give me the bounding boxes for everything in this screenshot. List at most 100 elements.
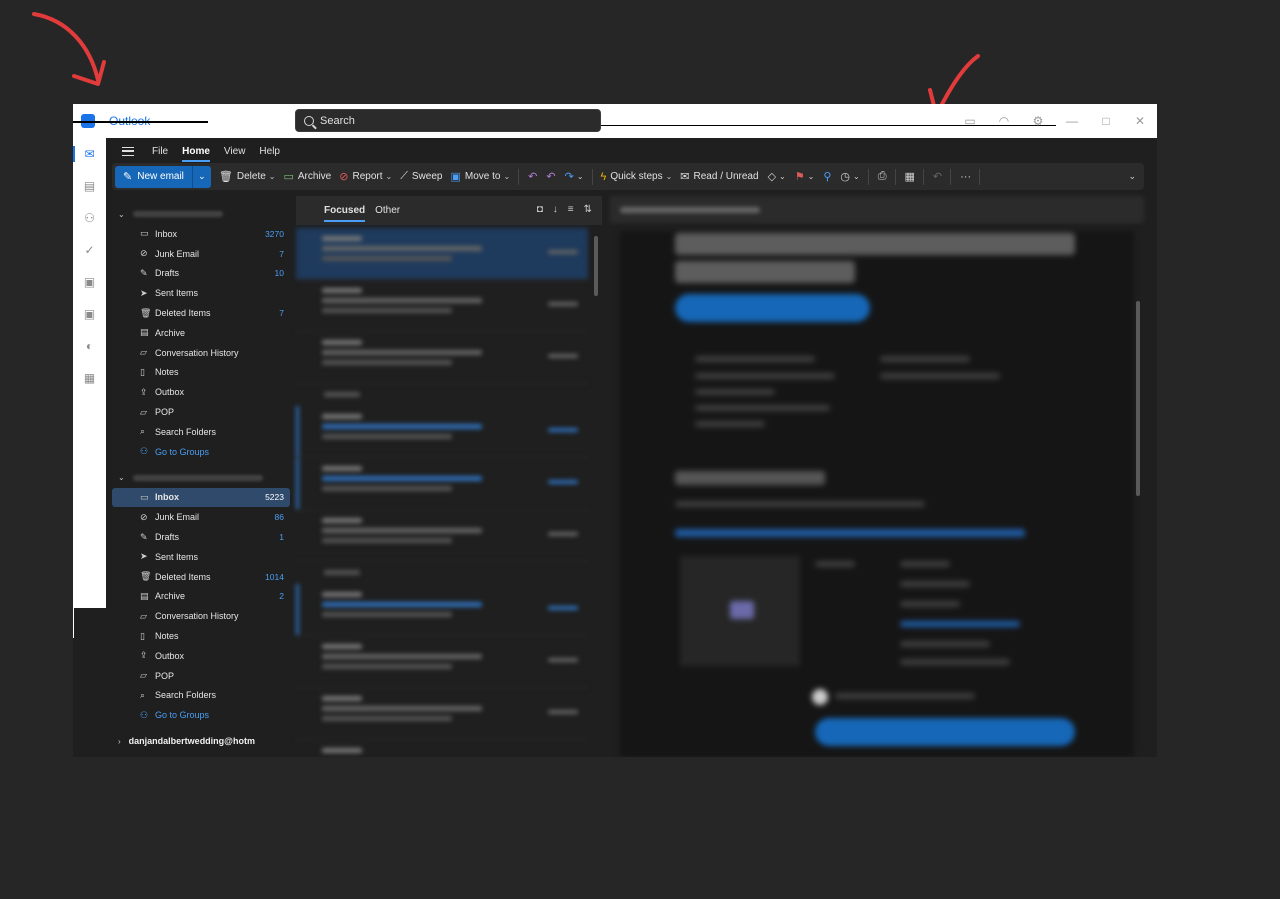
folder-deleted-items[interactable]: 🗑 Deleted Items 1014 (112, 567, 290, 587)
folder-archive[interactable]: ▤ Archive (112, 323, 290, 343)
folder-pop[interactable]: ▱ POP (112, 666, 290, 686)
unread-count: 1 (279, 532, 284, 543)
folder-pop[interactable]: ▱ POP (112, 402, 290, 422)
folder-sent-items[interactable]: ➤ Sent Items (112, 283, 290, 303)
notes-icon: ▯ (140, 366, 145, 377)
new-email-dropdown[interactable]: ⌄ (193, 166, 211, 188)
chevron-down-icon[interactable]: ⌄ (779, 172, 786, 181)
onedrive-icon[interactable]: ◐ (73, 330, 106, 362)
reply-all-icon[interactable]: ↶ (546, 170, 555, 183)
filter-icon[interactable]: ≡ (568, 204, 574, 215)
menu-help[interactable]: Help (259, 146, 280, 157)
tab-focused[interactable]: Focused (324, 205, 366, 222)
apps-icon[interactable]: ▦ (73, 362, 106, 394)
folder-junk-email[interactable]: ⊘ Junk Email 7 (112, 244, 290, 264)
hamburger-icon[interactable] (122, 146, 134, 156)
menu-home[interactable]: Home (182, 146, 210, 162)
report-button[interactable]: ⊘ Report ⌄ (339, 170, 392, 183)
email-secondary-button[interactable] (815, 718, 1075, 746)
undo-icon[interactable]: ↶ (933, 170, 942, 183)
list-item[interactable] (296, 406, 588, 458)
sort-icon[interactable]: ⇅ (584, 204, 592, 215)
folder-notes[interactable]: ▯ Notes (112, 363, 290, 383)
folder-outbox[interactable]: ⇪ Outbox (112, 382, 290, 402)
word-icon[interactable]: ▣ (73, 266, 106, 298)
list-item[interactable] (296, 280, 588, 332)
close-icon[interactable]: ✕ (1123, 104, 1157, 138)
junk-icon: ⊘ (140, 248, 148, 259)
snooze-icon[interactable]: ◷ (840, 170, 850, 183)
chevron-down-icon[interactable]: ⌄ (577, 172, 584, 181)
print-icon[interactable]: ⎙ (878, 170, 887, 183)
folder-search-folders[interactable]: ⌕ Search Folders (112, 686, 290, 706)
chevron-down-icon[interactable]: ⌄ (808, 172, 815, 181)
folder-notes[interactable]: ▯ Notes (112, 626, 290, 646)
archive-button[interactable]: ▭ Archive (283, 170, 331, 183)
folder-search-folders[interactable]: ⌕ Search Folders (112, 422, 290, 442)
folder-archive[interactable]: ▤ Archive 2 (112, 587, 290, 607)
chevron-down-icon: ⌄ (385, 172, 393, 181)
people-icon[interactable]: ⚇ (73, 202, 106, 234)
folder-icon: ▱ (140, 610, 147, 621)
list-item[interactable] (296, 228, 588, 280)
delete-button[interactable]: 🗑 Delete ⌄ (219, 170, 276, 183)
reply-icon[interactable]: ↶ (528, 170, 537, 183)
new-email-main[interactable]: ✎ New email (115, 165, 193, 188)
calendar-icon[interactable]: ▤ (73, 170, 106, 202)
folder-drafts[interactable]: ✎ Drafts 10 (112, 264, 290, 284)
more-icon[interactable]: ··· (960, 171, 971, 183)
folder-outbox[interactable]: ⇪ Outbox (112, 646, 290, 666)
reading-pane-scrollbar[interactable] (1136, 301, 1140, 496)
folder-junk-email[interactable]: ⊘ Junk Email 86 (112, 507, 290, 527)
menu-view[interactable]: View (224, 146, 246, 157)
read-unread-button[interactable]: ✉ Read / Unread (680, 170, 758, 183)
folder-conversation-history[interactable]: ▱ Conversation History (112, 343, 290, 363)
tag-icon[interactable]: ◇ (768, 170, 776, 183)
email-cta-button[interactable] (675, 294, 870, 322)
flag-icon[interactable]: ⚑ (795, 170, 805, 183)
todo-icon[interactable]: ✓ (73, 234, 106, 266)
account-header-1[interactable]: ⌄ (106, 204, 296, 224)
list-item[interactable] (296, 636, 588, 688)
notes-feed-icon[interactable]: ▭ (953, 104, 987, 138)
folder-sent-items[interactable]: ➤ Sent Items (112, 547, 290, 567)
mail-icon[interactable]: ✉ (73, 138, 106, 170)
bell-icon[interactable]: ◠ (987, 104, 1021, 138)
go-to-groups-link[interactable]: ⚇ Go to Groups (112, 705, 290, 725)
expand-ribbon-icon[interactable]: ⌄ (1128, 171, 1136, 182)
list-item[interactable] (296, 510, 588, 562)
quick-steps-button[interactable]: ϟ Quick steps ⌄ (601, 171, 673, 183)
message-list-scrollbar[interactable] (594, 236, 598, 296)
forward-icon[interactable]: ↷ (565, 170, 574, 183)
select-icon[interactable]: ◘ (537, 204, 543, 215)
new-email-label: New email (137, 171, 184, 182)
gear-icon[interactable]: ⚙ (1021, 104, 1055, 138)
title-bar: Outlook Search ▭ ◠ ⚙ — □ ✕ (73, 104, 1157, 138)
folder-drafts[interactable]: ✎ Drafts 1 (112, 527, 290, 547)
list-item[interactable] (296, 458, 588, 510)
list-item[interactable] (296, 740, 588, 757)
tab-other[interactable]: Other (375, 205, 400, 216)
chevron-down-icon[interactable]: ⌄ (853, 172, 860, 181)
immersive-reader-icon[interactable]: ▦ (905, 170, 915, 183)
search-box[interactable]: Search (295, 109, 601, 132)
minimize-icon[interactable]: — (1055, 104, 1089, 138)
account-header-2[interactable]: ⌄ (106, 468, 296, 488)
list-item[interactable] (296, 688, 588, 740)
folder-inbox[interactable]: ▭ Inbox 3270 (112, 224, 290, 244)
sweep-button[interactable]: ⟋ Sweep (400, 170, 442, 183)
new-email-button[interactable]: ✎ New email ⌄ (115, 165, 211, 188)
excel-icon[interactable]: ▣ (73, 298, 106, 330)
menu-file[interactable]: File (152, 146, 168, 157)
list-item[interactable] (296, 584, 588, 636)
go-to-groups-link[interactable]: ⚇ Go to Groups (112, 442, 290, 462)
folder-deleted-items[interactable]: 🗑 Deleted Items 7 (112, 303, 290, 323)
list-item[interactable] (296, 332, 588, 384)
folder-conversation-history[interactable]: ▱ Conversation History (112, 606, 290, 626)
account-header-3[interactable]: › danjandalbertwedding@hotm (106, 731, 296, 751)
jump-to-icon[interactable]: ↓ (553, 204, 558, 215)
move-to-button[interactable]: ▣ Move to ⌄ (450, 170, 510, 183)
folder-inbox[interactable]: ▭ Inbox 5223 (112, 487, 290, 508)
pin-icon[interactable]: ⚲ (823, 170, 831, 183)
maximize-icon[interactable]: □ (1089, 104, 1123, 138)
